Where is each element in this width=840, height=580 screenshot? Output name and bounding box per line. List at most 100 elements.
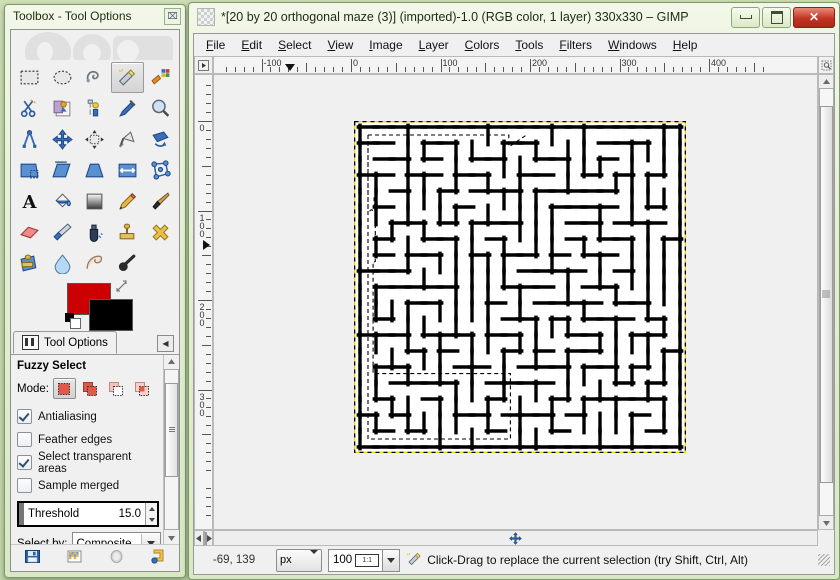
free-select-tool[interactable] bbox=[79, 62, 112, 93]
tool-options-scrollbar[interactable] bbox=[163, 355, 179, 544]
zoom-tool[interactable] bbox=[144, 93, 177, 124]
smudge-tool[interactable] bbox=[79, 248, 112, 279]
clone-tool[interactable] bbox=[111, 217, 144, 248]
toolbox-close-button[interactable]: ⌧ bbox=[164, 7, 181, 25]
menu-windows[interactable]: Windows bbox=[600, 35, 665, 55]
zoom-chevron-down-icon[interactable] bbox=[383, 548, 401, 572]
menu-filters[interactable]: Filters bbox=[551, 35, 600, 55]
checkbox-select-transparent-areas[interactable] bbox=[17, 455, 32, 470]
stepper-up-icon[interactable] bbox=[148, 506, 155, 511]
select-by-dropdown[interactable]: Composite bbox=[71, 532, 161, 544]
quick-mask-toggle[interactable] bbox=[818, 56, 834, 74]
perspective-clone-tool[interactable] bbox=[13, 248, 46, 279]
canvas-vertical-scrollbar[interactable] bbox=[818, 74, 834, 530]
swap-colors-icon[interactable] bbox=[115, 279, 129, 293]
canvas-vscroll-track[interactable] bbox=[818, 88, 834, 516]
shear-tool[interactable] bbox=[46, 155, 79, 186]
resize-grip[interactable] bbox=[818, 554, 830, 566]
vertical-ruler[interactable]: 0 100 200 300 bbox=[194, 74, 213, 530]
alignment-tool[interactable] bbox=[79, 124, 112, 155]
perspective-tool[interactable] bbox=[79, 155, 112, 186]
color-picker-tool[interactable] bbox=[111, 93, 144, 124]
minimize-button[interactable] bbox=[731, 6, 760, 28]
canvas-scroll-up-icon[interactable] bbox=[822, 75, 831, 87]
zoom-field[interactable]: 100 1:1 bbox=[328, 548, 384, 572]
dodge-burn-tool[interactable] bbox=[111, 248, 144, 279]
reset-tool-options-icon[interactable] bbox=[150, 548, 167, 568]
scale-tool[interactable] bbox=[13, 155, 46, 186]
checkbox-feather-edges[interactable] bbox=[17, 432, 32, 447]
navigation-preview-button[interactable] bbox=[213, 530, 818, 546]
foreground-select-tool[interactable] bbox=[46, 93, 79, 124]
scroll-thumb[interactable] bbox=[165, 382, 178, 477]
cage-transform-tool[interactable] bbox=[144, 155, 177, 186]
canvas-scroll-left-icon[interactable] bbox=[195, 531, 202, 545]
gimp-titlebar[interactable]: *[20 by 20 orthogonal maze (3)] (importe… bbox=[189, 3, 839, 31]
menu-layer[interactable]: Layer bbox=[411, 35, 457, 55]
pencil-tool[interactable] bbox=[111, 186, 144, 217]
delete-tool-preset-icon[interactable] bbox=[108, 548, 125, 568]
scroll-down-icon[interactable] bbox=[167, 532, 176, 544]
checkbox-antialiasing[interactable] bbox=[17, 409, 32, 424]
mode-replace-selection[interactable] bbox=[52, 378, 76, 399]
stepper-down-icon[interactable] bbox=[148, 517, 155, 522]
blend-gradient-tool[interactable] bbox=[79, 186, 112, 217]
menu-image[interactable]: Image bbox=[361, 35, 410, 55]
horizontal-ruler[interactable]: -100 0 100 200 300 400 bbox=[213, 56, 818, 74]
flip-tool[interactable] bbox=[111, 155, 144, 186]
scissors-select-tool[interactable] bbox=[13, 93, 46, 124]
move-tool[interactable] bbox=[46, 124, 79, 155]
menu-select[interactable]: Select bbox=[270, 35, 319, 55]
canvas-scroll-right-icon[interactable] bbox=[206, 531, 213, 545]
canvas-horizontal-scrollbar[interactable] bbox=[194, 530, 213, 546]
threshold-slider[interactable]: Threshold 15.0 bbox=[17, 501, 159, 527]
menu-colors[interactable]: Colors bbox=[457, 35, 508, 55]
menu-help[interactable]: Help bbox=[665, 35, 706, 55]
canvas-scroll-down-icon[interactable] bbox=[822, 517, 831, 529]
canvas-hscroll-thumb[interactable] bbox=[205, 531, 207, 545]
mode-intersect-with-selection[interactable] bbox=[131, 378, 154, 399]
eraser-tool[interactable] bbox=[13, 217, 46, 248]
menu-tools[interactable]: Tools bbox=[507, 35, 551, 55]
option-row[interactable]: Feather edges bbox=[17, 428, 161, 451]
rotate-tool[interactable] bbox=[144, 124, 177, 155]
by-color-select-tool[interactable] bbox=[144, 62, 177, 93]
unit-chevron-down-icon[interactable] bbox=[310, 550, 318, 566]
ruler-origin-button[interactable] bbox=[194, 56, 213, 74]
toolbox-titlebar[interactable]: Toolbox - Tool Options ⌧ bbox=[5, 5, 185, 27]
mode-add-to-selection[interactable] bbox=[79, 378, 102, 399]
menu-view[interactable]: View bbox=[319, 35, 361, 55]
blur-sharpen-tool[interactable] bbox=[46, 248, 79, 279]
ink-tool[interactable] bbox=[79, 217, 112, 248]
canvas-vscroll-thumb[interactable] bbox=[819, 106, 833, 483]
text-tool[interactable]: A bbox=[13, 186, 46, 217]
mode-subtract-from-selection[interactable] bbox=[105, 378, 128, 399]
option-row[interactable]: Select transparent areas bbox=[17, 451, 161, 475]
option-row[interactable]: Sample merged bbox=[17, 474, 161, 497]
canvas-hscroll-track[interactable] bbox=[203, 530, 207, 546]
restore-tool-preset-icon[interactable] bbox=[66, 548, 83, 568]
maximize-button[interactable] bbox=[762, 6, 791, 28]
scroll-up-icon[interactable] bbox=[167, 355, 176, 367]
measure-tool[interactable] bbox=[13, 124, 46, 155]
menu-file[interactable]: File bbox=[198, 35, 233, 55]
close-button[interactable]: ✕ bbox=[793, 6, 835, 28]
threshold-stepper[interactable] bbox=[145, 503, 157, 525]
scroll-track[interactable] bbox=[164, 369, 179, 530]
reset-colors-icon[interactable] bbox=[65, 313, 81, 329]
menu-edit[interactable]: Edit bbox=[233, 35, 270, 55]
save-tool-preset-icon[interactable] bbox=[24, 548, 41, 568]
unit-dropdown[interactable]: px bbox=[276, 548, 322, 572]
paths-tool[interactable] bbox=[79, 93, 112, 124]
fuzzy-select-tool[interactable] bbox=[111, 62, 145, 93]
zoom-control[interactable]: 100 1:1 bbox=[328, 548, 401, 572]
chevron-down-icon[interactable] bbox=[141, 534, 160, 544]
background-color-swatch[interactable] bbox=[89, 299, 133, 331]
heal-tool[interactable] bbox=[144, 217, 177, 248]
checkbox-sample-merged[interactable] bbox=[17, 478, 32, 493]
option-row[interactable]: Antialiasing bbox=[17, 405, 161, 428]
airbrush-tool[interactable] bbox=[46, 217, 79, 248]
maze-image[interactable] bbox=[353, 120, 687, 454]
paintbrush-tool[interactable] bbox=[144, 186, 177, 217]
ellipse-select-tool[interactable] bbox=[46, 62, 79, 93]
